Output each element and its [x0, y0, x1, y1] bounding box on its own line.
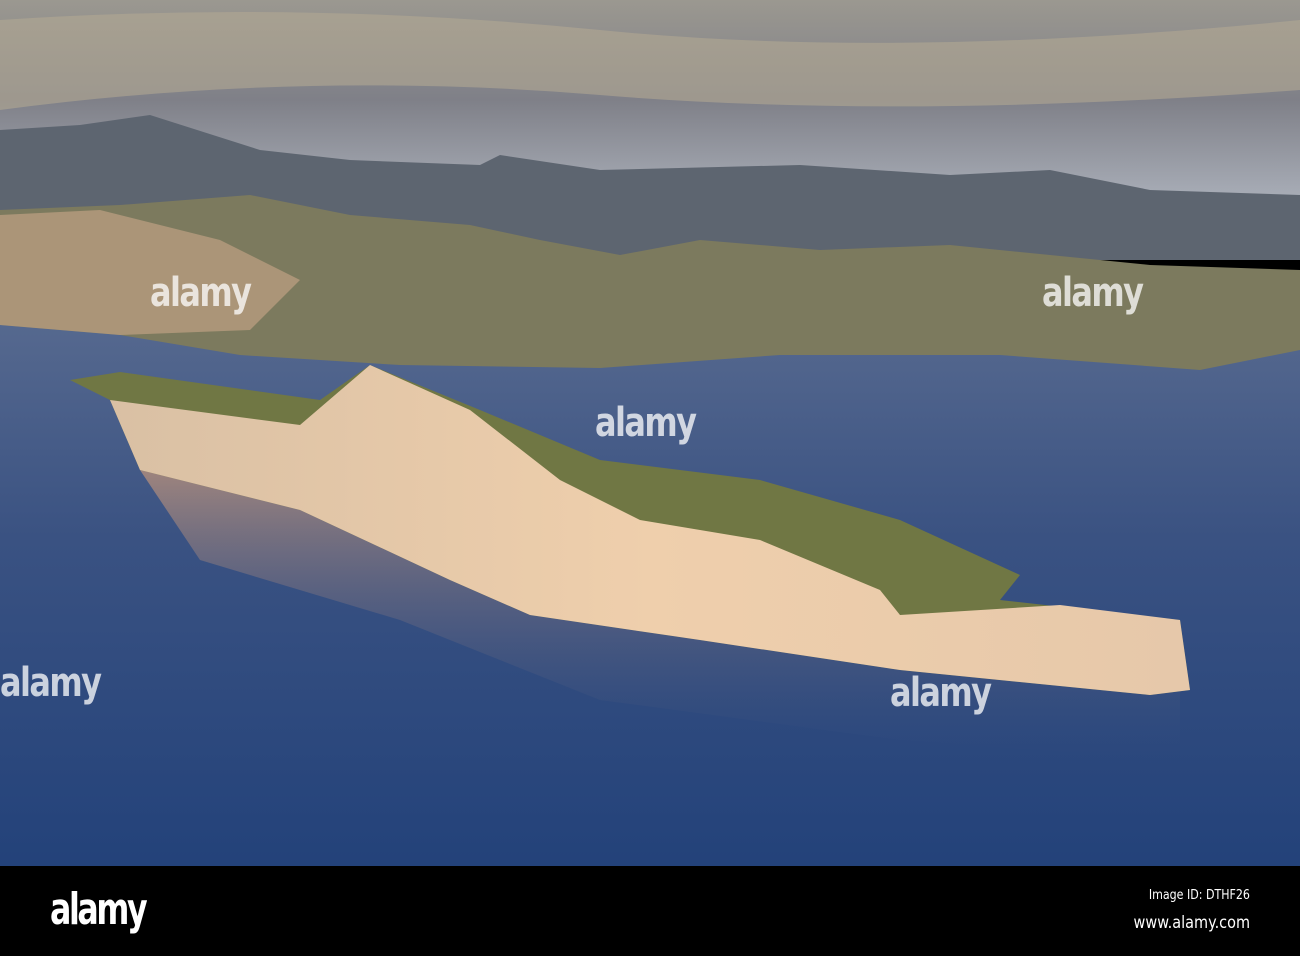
image-id: Image ID: DTHF26 — [1148, 888, 1250, 903]
watermark-center: alamy — [595, 400, 697, 446]
alamy-logo[interactable]: alamy — [50, 884, 148, 935]
watermark-left: alamy — [150, 270, 252, 316]
watermark-bottom-left: alamy — [0, 660, 102, 706]
footer-bar: alamy Image ID: DTHF26 www.alamy.com — [0, 866, 1300, 956]
site-url[interactable]: www.alamy.com — [1134, 913, 1250, 933]
watermark-bottom-right: alamy — [890, 670, 992, 716]
watermark-right: alamy — [1042, 270, 1144, 316]
stock-photo-page: alamy alamy alamy alamy alamy alamy Imag… — [0, 0, 1300, 956]
